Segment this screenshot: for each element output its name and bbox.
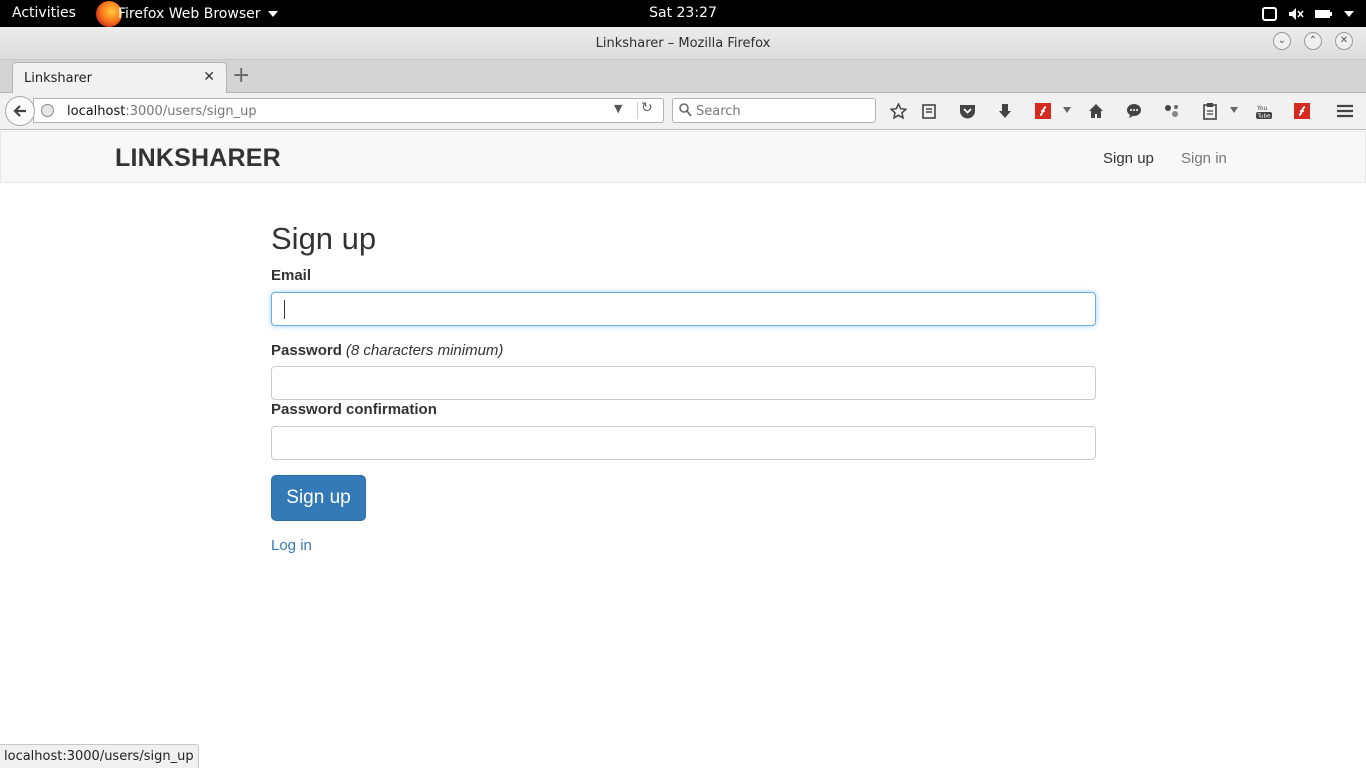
password-confirmation-field[interactable] bbox=[271, 426, 1096, 460]
volume-muted-icon bbox=[1289, 7, 1304, 20]
nav-toolbar: localhost:3000/users/sign_up ▼ ↻ YouTube bbox=[0, 93, 1366, 130]
url-divider bbox=[637, 102, 638, 119]
tab-strip: Linksharer ✕ + bbox=[0, 60, 1366, 94]
password-label: Password (8 characters minimum) bbox=[271, 342, 503, 359]
bookmarks-menu-icon[interactable] bbox=[920, 102, 938, 120]
site-navbar: LINKSHARER Sign up Sign in bbox=[0, 131, 1366, 183]
system-tray[interactable] bbox=[1262, 0, 1354, 27]
flash-icon[interactable] bbox=[1293, 102, 1311, 120]
clipboard-dropdown-icon[interactable] bbox=[1230, 107, 1238, 113]
maximize-button[interactable]: ⌃ bbox=[1304, 32, 1322, 50]
back-arrow-icon bbox=[13, 105, 26, 117]
close-tab-icon[interactable]: ✕ bbox=[203, 69, 215, 85]
log-in-link[interactable]: Log in bbox=[271, 537, 312, 554]
text-cursor bbox=[284, 300, 285, 319]
nav-sign-up-link[interactable]: Sign up bbox=[1103, 150, 1154, 167]
clipboard-icon[interactable] bbox=[1201, 102, 1219, 120]
app-menu-label: Firefox Web Browser bbox=[118, 5, 261, 22]
window-titlebar[interactable]: Linksharer – Mozilla Firefox ⌄ ⌃ ✕ bbox=[0, 27, 1366, 60]
system-top-bar: Activities Firefox Web Browser Sat 23:27 bbox=[0, 0, 1366, 27]
search-bar[interactable] bbox=[672, 98, 876, 123]
url-history-dropdown-icon[interactable]: ▼ bbox=[614, 102, 622, 115]
reload-icon[interactable]: ↻ bbox=[641, 100, 653, 116]
site-identity-icon[interactable] bbox=[41, 104, 54, 117]
pocket-icon[interactable] bbox=[958, 102, 976, 120]
youtube-icon[interactable]: You Tube bbox=[1255, 102, 1273, 120]
downloads-icon[interactable] bbox=[996, 102, 1014, 120]
minimize-button[interactable]: ⌄ bbox=[1273, 32, 1291, 50]
share-icon[interactable] bbox=[1163, 102, 1181, 120]
tab-linksharer[interactable]: Linksharer ✕ bbox=[12, 62, 227, 94]
password-label-text: Password bbox=[271, 342, 342, 359]
flash-dropdown-icon[interactable] bbox=[1063, 107, 1071, 113]
hamburger-menu-icon[interactable] bbox=[1336, 102, 1354, 120]
system-menu-caret-icon bbox=[1344, 10, 1354, 17]
app-menu[interactable]: Firefox Web Browser bbox=[96, 0, 278, 27]
new-tab-button[interactable]: + bbox=[232, 63, 250, 88]
activities-button[interactable]: Activities bbox=[12, 5, 76, 21]
search-icon bbox=[679, 103, 692, 117]
page-title: Sign up bbox=[271, 221, 377, 256]
email-label: Email bbox=[271, 267, 312, 284]
search-input[interactable] bbox=[696, 102, 866, 120]
svg-text:Tube: Tube bbox=[1257, 113, 1272, 119]
chat-icon[interactable] bbox=[1125, 102, 1143, 120]
flash-plugin-icon[interactable] bbox=[1034, 102, 1052, 120]
bookmark-star-icon[interactable] bbox=[889, 102, 907, 120]
close-window-button[interactable]: ✕ bbox=[1335, 32, 1353, 50]
svg-text:You: You bbox=[1256, 105, 1268, 112]
url-path: :3000/users/sign_up bbox=[125, 104, 257, 119]
window-overview-icon bbox=[1262, 6, 1277, 21]
battery-icon bbox=[1315, 9, 1332, 18]
password-confirmation-label: Password confirmation bbox=[271, 401, 437, 418]
window-title: Linksharer – Mozilla Firefox bbox=[595, 36, 771, 51]
back-button[interactable] bbox=[5, 96, 35, 126]
web-page: LINKSHARER Sign up Sign in Sign up Email… bbox=[0, 131, 1366, 768]
home-icon[interactable] bbox=[1087, 102, 1105, 120]
tab-label: Linksharer bbox=[24, 71, 93, 86]
password-field[interactable] bbox=[271, 366, 1096, 400]
password-hint: (8 characters minimum) bbox=[345, 342, 504, 359]
sign-up-button[interactable]: Sign up bbox=[271, 475, 366, 521]
url-bar[interactable]: localhost:3000/users/sign_up ▼ ↻ bbox=[33, 98, 664, 123]
status-bar: localhost:3000/users/sign_up bbox=[0, 744, 199, 768]
url-host: localhost bbox=[67, 104, 126, 119]
site-brand-link[interactable]: LINKSHARER bbox=[115, 144, 281, 173]
url-text[interactable]: localhost:3000/users/sign_up bbox=[67, 104, 257, 119]
email-field[interactable] bbox=[271, 292, 1096, 326]
nav-sign-in-link[interactable]: Sign in bbox=[1181, 150, 1227, 167]
app-menu-caret-icon bbox=[267, 10, 278, 17]
